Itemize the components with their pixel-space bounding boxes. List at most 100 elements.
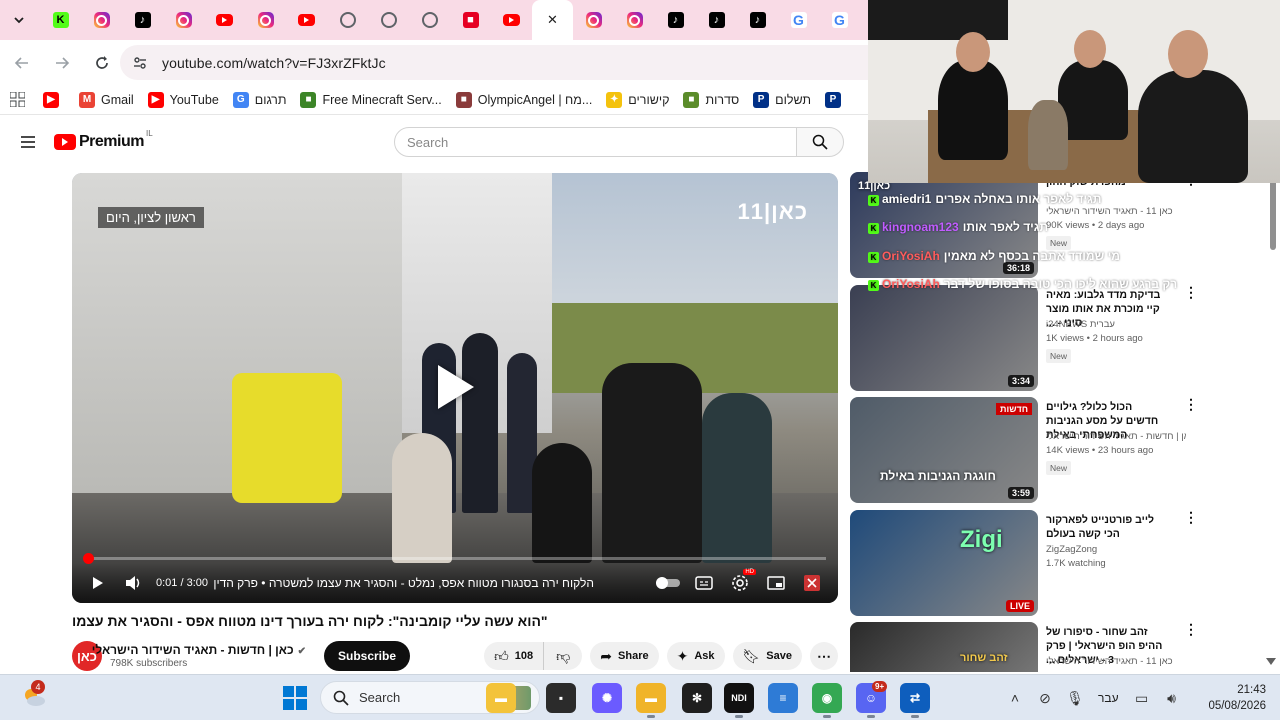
video-player[interactable]: כאן|11 ראשון לציון, היום 0:01 / 3:00 הלק… — [72, 173, 838, 603]
share-button[interactable]: ➦ Share — [590, 642, 659, 670]
tab-13[interactable] — [573, 0, 614, 40]
tab-10[interactable]: ■ — [450, 0, 491, 40]
autoplay-toggle[interactable] — [650, 565, 686, 601]
share-label: Share — [618, 650, 649, 662]
like-button[interactable]: 👍︎ 108 — [484, 642, 545, 670]
dislike-button[interactable]: 👎︎ — [544, 642, 582, 670]
bookmark-0[interactable]: ▶ — [43, 91, 65, 108]
chat-username: amiedri1 — [882, 192, 932, 206]
tray-network-off-icon[interactable]: ⊘ — [1030, 690, 1060, 707]
tab-17[interactable]: ♪ — [737, 0, 778, 40]
bookmark-6[interactable]: ✦ קישורים — [606, 91, 669, 108]
taskbar-clock[interactable]: 21:43 05/08/2026 — [1196, 682, 1266, 714]
scroll-down-arrow[interactable] — [1266, 658, 1276, 665]
mute-button[interactable] — [116, 565, 152, 601]
tab-active[interactable]: ✕ — [532, 0, 573, 40]
play-button[interactable] — [80, 565, 116, 601]
bookmark-5[interactable]: ■ OlympicAngel | מח... — [455, 91, 592, 108]
channel-name[interactable]: ✔כאן | חדשות - תאגיד השידור הישראלי — [92, 643, 306, 657]
reload-button[interactable] — [84, 45, 120, 81]
input-language[interactable]: עבר — [1098, 691, 1119, 705]
youtube-premium-logo[interactable]: Premium IL — [54, 129, 153, 151]
chatgpt-icon[interactable]: ✻ — [682, 683, 712, 713]
guide-menu-button[interactable] — [8, 122, 48, 162]
tab-2[interactable]: ♪ — [122, 0, 163, 40]
tab-9[interactable] — [409, 0, 450, 40]
notepad-icon[interactable]: ≡ — [768, 683, 798, 713]
back-button[interactable] — [4, 45, 40, 81]
tab-16[interactable]: ♪ — [696, 0, 737, 40]
tab-19[interactable]: G — [819, 0, 860, 40]
bookmark-4[interactable]: ■ Free Minecraft Serv... — [300, 91, 442, 108]
folder-icon[interactable]: ▬ — [636, 683, 666, 713]
fullscreen-icon — [804, 575, 820, 591]
more-vert-icon[interactable]: ⋮ — [1184, 510, 1198, 524]
settings-button[interactable]: HD — [722, 565, 758, 601]
bookmark-9[interactable]: P — [825, 91, 847, 108]
tab-15[interactable]: ♪ — [655, 0, 696, 40]
teamviewer-icon[interactable]: ⇄ — [900, 683, 930, 713]
tab-0[interactable]: K — [40, 0, 81, 40]
bookmark-3[interactable]: G תרגום — [232, 91, 286, 108]
forward-button[interactable] — [44, 45, 80, 81]
tab-14[interactable] — [614, 0, 655, 40]
recommendation-item[interactable]: חוגגת הגניבות באילת חדשות 3:59 הכול כלול? ג… — [850, 397, 1260, 503]
recommendation-item[interactable]: Zigi LIVE לייב פורטנייט לפארקור הכי קשה בע… — [850, 509, 1260, 616]
more-vert-icon[interactable]: ⋮ — [1184, 397, 1198, 411]
save-label: Save — [766, 650, 792, 662]
terminal-icon[interactable]: ▪ — [546, 683, 576, 713]
close-icon[interactable]: ✕ — [547, 12, 558, 28]
tab-11[interactable] — [491, 0, 532, 40]
subscribe-button[interactable]: Subscribe — [324, 641, 411, 671]
scrollbar-thumb[interactable] — [1270, 180, 1276, 250]
miniplayer-button[interactable] — [758, 565, 794, 601]
site-settings-icon[interactable] — [132, 55, 148, 71]
play-icon[interactable] — [432, 363, 480, 411]
speaker-icon[interactable]: 🔊︎ — [1157, 690, 1187, 707]
tray-chevron-up-icon[interactable]: ˄ — [1000, 690, 1030, 706]
tab-8[interactable] — [368, 0, 409, 40]
running-indicator — [647, 715, 655, 718]
file-explorer-icon[interactable]: ▬ — [486, 683, 516, 713]
tab-5[interactable] — [245, 0, 286, 40]
tab-18[interactable]: G — [778, 0, 819, 40]
start-button[interactable] — [283, 686, 307, 710]
bookmark-2[interactable]: ▶ YouTube — [147, 91, 219, 108]
save-button[interactable]: 🔖︎ Save — [732, 642, 802, 670]
ask-button[interactable]: ✦ Ask — [666, 642, 725, 670]
chapter-title[interactable]: הלקוח ירה בסנגורו מטווח אפס, נמלט - והסג… — [214, 576, 594, 590]
tab-4[interactable] — [204, 0, 245, 40]
recommendation-item[interactable]: זהב שחור זהב שחור - סיפורו של ההיפ הופ הי… — [850, 622, 1260, 672]
fullscreen-button[interactable] — [794, 565, 830, 601]
tab-6[interactable] — [286, 0, 327, 40]
youtube-icon — [298, 14, 315, 26]
video-thumbnail[interactable]: זהב שחור — [850, 622, 1038, 672]
subtitles-button[interactable] — [686, 565, 722, 601]
search-button[interactable] — [796, 127, 844, 157]
display-icon[interactable]: ▭ — [1127, 690, 1157, 707]
bookmark-7[interactable]: ■ סדרות — [683, 91, 739, 108]
ndi-icon[interactable]: NDI — [724, 683, 754, 713]
copilot-icon[interactable]: ✺ — [592, 683, 622, 713]
more-vert-icon[interactable]: ⋮ — [1184, 285, 1198, 299]
tab-1[interactable] — [81, 0, 122, 40]
video-thumbnail[interactable]: 3:34 — [850, 284, 1038, 391]
recommendation-item[interactable]: 3:34 בדיקת מדד גלבוע: מאיה קיי מוכרת את א… — [850, 284, 1260, 391]
url-text[interactable]: youtube.com/watch?v=FJ3xrZFktJc — [162, 55, 386, 71]
more-actions-button[interactable]: ⋯ — [810, 642, 838, 670]
youtube-logo-icon — [54, 134, 76, 150]
bookmark-1[interactable]: M Gmail — [79, 91, 134, 108]
more-vert-icon[interactable]: ⋮ — [1184, 622, 1198, 636]
microphone-icon[interactable]: 🎙︎ — [1060, 690, 1090, 707]
video-thumbnail[interactable]: Zigi LIVE — [850, 509, 1038, 616]
tab-3[interactable] — [163, 0, 204, 40]
address-bar[interactable]: youtube.com/watch?v=FJ3xrZFktJc — [120, 45, 920, 80]
apps-button[interactable] — [10, 92, 25, 107]
chrome-icon[interactable]: ◉ — [812, 683, 842, 713]
video-thumbnail[interactable]: חוגגת הגניבות באילת חדשות 3:59 — [850, 397, 1038, 503]
tab-search-button[interactable] — [6, 7, 32, 33]
tab-7[interactable] — [327, 0, 368, 40]
search-input[interactable]: Search — [394, 127, 797, 157]
progress-bar[interactable] — [83, 553, 826, 564]
bookmark-8[interactable]: P תשלום — [753, 91, 811, 108]
